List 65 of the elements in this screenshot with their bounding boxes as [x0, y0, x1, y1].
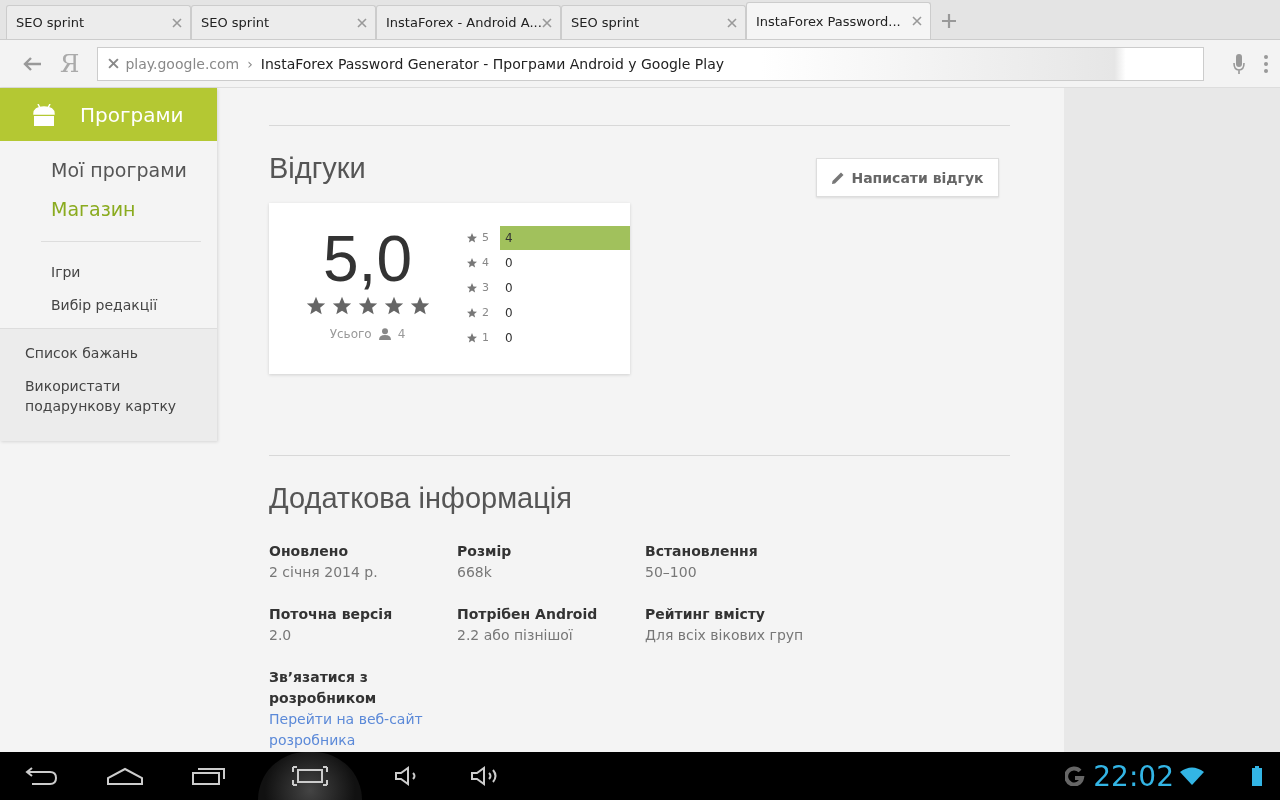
android-icon [32, 103, 56, 126]
address-field[interactable]: play.google.com › InstaForex Password Generator - Програми Android у Google Play [97, 46, 1204, 81]
browser-tab[interactable]: InstaForex - Android A... [376, 5, 561, 39]
review-count: 0 [504, 255, 513, 270]
close-icon[interactable] [357, 17, 367, 28]
sidebar-item[interactable]: Ігри [51, 256, 201, 289]
sidebar-link[interactable]: Використати подарункову картку [25, 376, 197, 416]
total-count: 4 [397, 327, 406, 341]
star-icon [466, 306, 478, 319]
star-label: 3 [482, 281, 490, 294]
info-label: Зв’язатися з розробником [269, 668, 378, 708]
star-icon [466, 281, 478, 294]
section-title: Додаткова інформація [269, 482, 573, 515]
total-label: Усього [329, 327, 372, 341]
star-label: 2 [482, 306, 490, 319]
section-title: Відгуки [269, 152, 366, 185]
notification-icon [1065, 766, 1086, 786]
info-value: 668k [457, 563, 493, 582]
close-icon[interactable] [912, 16, 922, 26]
sidebar-link[interactable]: Список бажань [25, 343, 197, 363]
browser-tab[interactable]: SEO sprint [191, 5, 376, 39]
new-tab-icon[interactable] [941, 13, 957, 29]
review-count: 0 [504, 280, 513, 295]
person-icon [378, 328, 391, 340]
browser-tab[interactable]: SEO sprint [561, 5, 746, 39]
star-label: 4 [482, 256, 490, 269]
clear-icon[interactable] [108, 58, 120, 69]
info-value: 50–100 [645, 563, 698, 582]
star-label: 5 [482, 231, 490, 244]
star-icon [466, 256, 478, 269]
star-label: 1 [482, 331, 490, 344]
home-icon[interactable] [106, 767, 144, 785]
write-review-button[interactable]: Написати відгук [816, 158, 999, 197]
star-icon [466, 231, 478, 244]
back-icon[interactable] [24, 767, 58, 785]
info-label: Потрібен Android [457, 605, 599, 624]
rating-score: 5,0 [323, 225, 412, 293]
clock: 22:02 [1093, 759, 1174, 793]
wifi-icon [1180, 767, 1204, 785]
browser-tab[interactable]: InstaForex Password... [746, 2, 931, 39]
review-count: 0 [504, 305, 513, 320]
microphone-icon[interactable] [1232, 52, 1246, 75]
recent-apps-icon[interactable] [192, 767, 226, 785]
menu-icon[interactable] [1264, 53, 1268, 74]
close-icon[interactable] [727, 17, 737, 28]
sidebar-item[interactable]: Вибір редакції [51, 289, 201, 322]
sidebar-item[interactable]: Мої програми [51, 151, 201, 190]
pencil-icon [831, 170, 846, 185]
review-count: 4 [504, 230, 513, 245]
info-label: Рейтинг вмісту [645, 605, 766, 624]
info-label: Оновлено [269, 542, 350, 561]
info-label: Встановлення [645, 542, 759, 561]
screenshot-icon [292, 766, 328, 786]
info-label: Поточна версія [269, 605, 394, 624]
info-value: Для всіх вікових груп [645, 626, 805, 645]
battery-icon [1252, 766, 1262, 786]
review-count: 0 [504, 330, 513, 345]
info-value: 2 січня 2014 р. [269, 563, 379, 582]
close-icon[interactable] [172, 17, 182, 28]
browser-tab[interactable]: SEO sprint [6, 5, 191, 39]
info-value: 2.2 або пізнішої [457, 626, 574, 645]
info-label: Розмір [457, 542, 513, 561]
info-value: 2.0 [269, 626, 293, 645]
close-icon[interactable] [542, 17, 552, 28]
star-icon [466, 331, 478, 344]
